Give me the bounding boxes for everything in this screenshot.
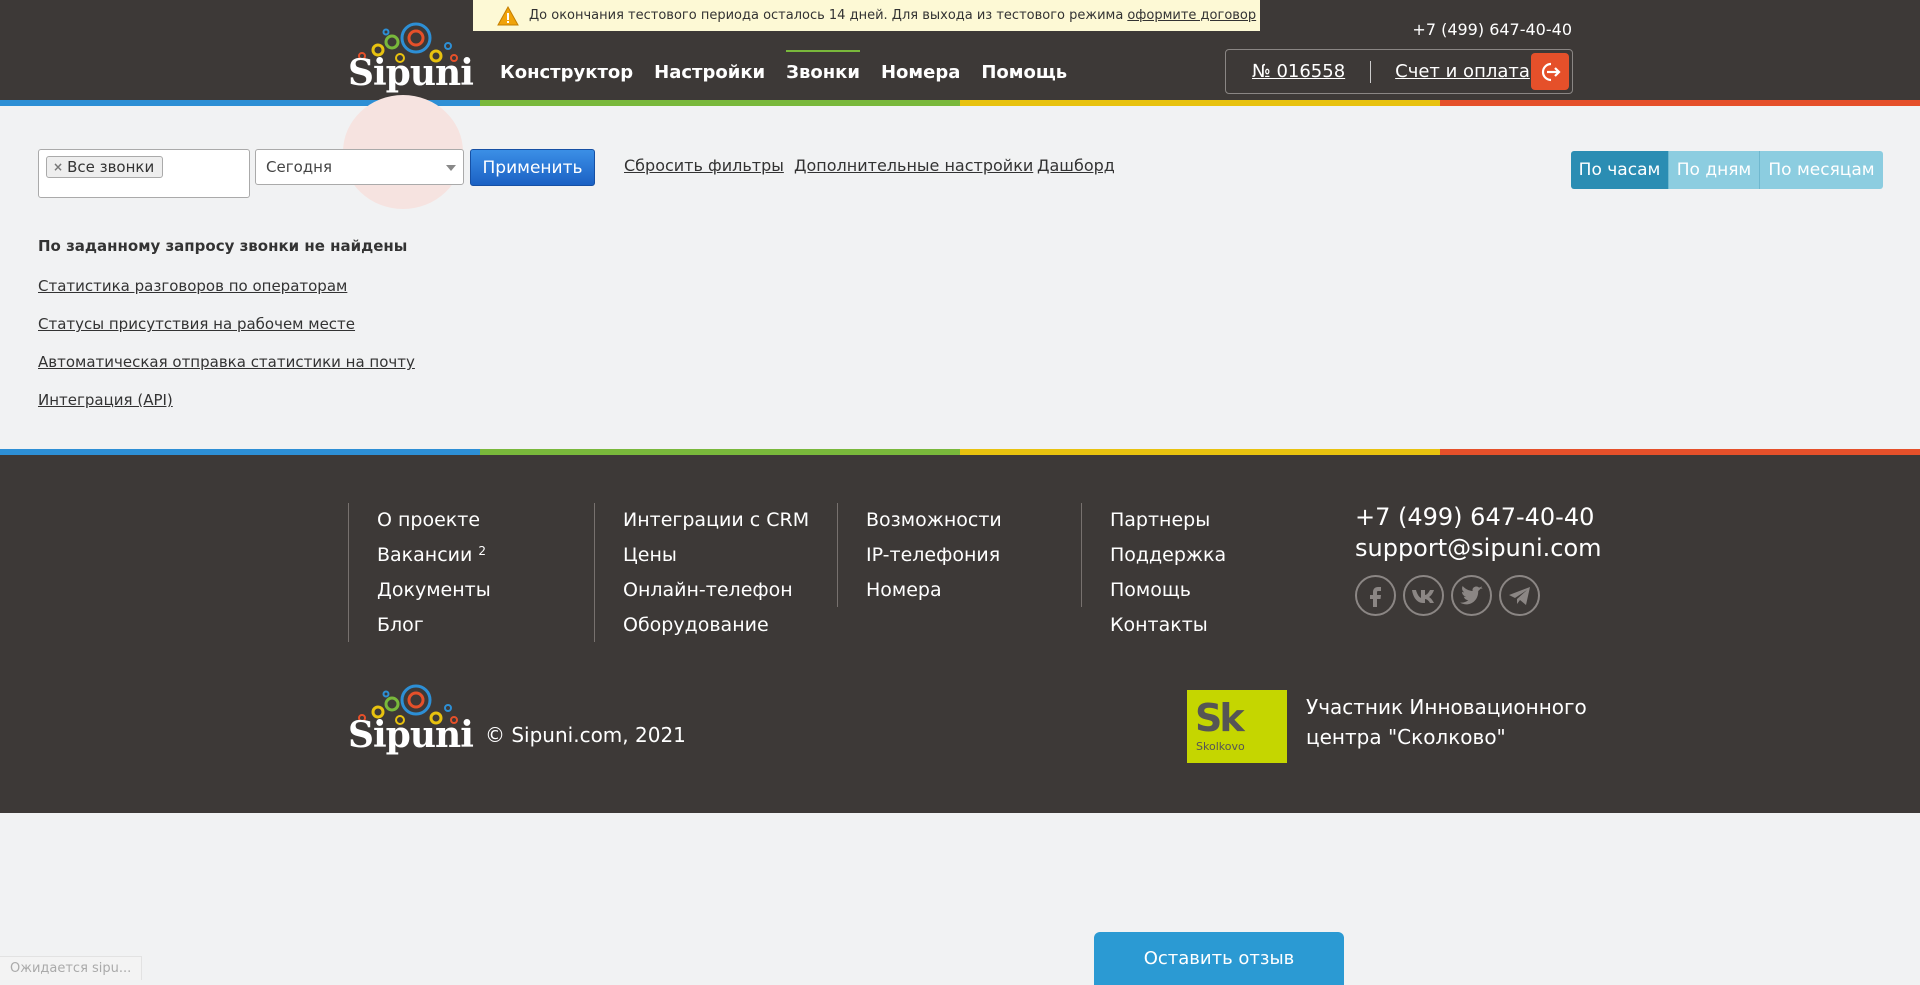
footer-phone[interactable]: +7 (499) 647-40-40	[1355, 502, 1602, 533]
trial-banner-text: До окончания тестового периода осталось …	[529, 8, 1124, 23]
footer-contacts: +7 (499) 647-40-40 support@sipuni.com	[1355, 502, 1602, 564]
advanced-settings-link[interactable]: Дополнительные настройки	[794, 156, 1033, 175]
sipuni-logo[interactable]: Sipuni	[348, 20, 474, 96]
skolkovo-word: Skolkovo	[1196, 740, 1245, 753]
footer-link-ip-telephony[interactable]: IP-телефония	[866, 538, 1002, 573]
footer-sipuni-logo[interactable]: Sipuni	[348, 682, 474, 758]
logout-icon	[1541, 62, 1561, 81]
footer-link-documents[interactable]: Документы	[377, 573, 491, 608]
tag-remove-icon[interactable]: ×	[53, 160, 63, 174]
footer-logo-text: Sipuni	[348, 714, 474, 756]
nav-numbers[interactable]: Номера	[881, 58, 960, 83]
footer-link-numbers[interactable]: Номера	[866, 573, 1002, 608]
skolkovo-mark: Sk	[1195, 696, 1245, 740]
skolkovo-text-line-2: центра "Сколково"	[1306, 725, 1506, 749]
filter-tag-label: Все звонки	[67, 158, 155, 176]
footer-link-vacancies[interactable]: Вакансии 2	[377, 538, 491, 573]
footer-column-1: О проекте Вакансии 2 Документы Блог	[348, 503, 491, 642]
color-stripe-bottom	[0, 449, 1920, 455]
vacancies-badge: 2	[478, 544, 487, 558]
header-phone: +7 (499) 647-40-40	[1412, 20, 1572, 39]
main-nav: Конструктор Настройки Звонки Номера Помо…	[500, 50, 1088, 83]
color-stripe-top	[0, 100, 1920, 106]
copyright: © Sipuni.com, 2021	[485, 723, 686, 747]
account-number-link[interactable]: № 016558	[1252, 61, 1345, 82]
nav-settings[interactable]: Настройки	[654, 58, 765, 83]
nav-constructor[interactable]: Конструктор	[500, 58, 633, 83]
presence-status-link[interactable]: Статусы присутствия на рабочем месте	[38, 315, 355, 333]
api-integration-link[interactable]: Интеграция (API)	[38, 391, 173, 409]
warning-icon	[497, 5, 519, 25]
chevron-down-icon	[446, 165, 456, 171]
telegram-icon[interactable]	[1499, 575, 1540, 616]
apply-button[interactable]: Применить	[470, 149, 595, 186]
footer-link-support[interactable]: Поддержка	[1110, 538, 1226, 573]
footer-column-4: Партнеры Поддержка Помощь Контакты	[1081, 503, 1226, 636]
footer-link-contacts[interactable]: Контакты	[1110, 608, 1226, 643]
group-by-hours-button[interactable]: По часам	[1571, 151, 1669, 189]
nav-calls[interactable]: Звонки	[786, 50, 860, 83]
footer-column-2: Интеграции с CRM Цены Онлайн-телефон Обо…	[594, 503, 809, 642]
reset-filters-link[interactable]: Сбросить фильтры	[624, 156, 784, 175]
footer-link-partners[interactable]: Партнеры	[1110, 503, 1226, 538]
billing-link[interactable]: Счет и оплата	[1395, 61, 1530, 82]
account-separator	[1370, 60, 1372, 83]
logout-button[interactable]	[1531, 53, 1569, 90]
group-by-months-button[interactable]: По месяцам	[1760, 151, 1883, 189]
vk-icon[interactable]	[1403, 575, 1444, 616]
footer-email[interactable]: support@sipuni.com	[1355, 533, 1602, 564]
footer-link-blog[interactable]: Блог	[377, 608, 491, 643]
trial-banner: До окончания тестового периода осталось …	[473, 0, 1260, 31]
grouping-segmented-control: По часам По дням По месяцам	[1571, 151, 1883, 189]
filter-tag[interactable]: × Все звонки	[46, 156, 164, 178]
dashboard-link[interactable]: Дашборд	[1037, 156, 1115, 175]
call-type-filter[interactable]: × Все звонки	[38, 149, 250, 198]
feedback-button[interactable]: Оставить отзыв	[1094, 932, 1344, 985]
twitter-icon[interactable]	[1451, 575, 1492, 616]
footer-link-equipment[interactable]: Оборудование	[623, 608, 809, 643]
footer-column-3: Возможности IP-телефония Номера	[837, 503, 1002, 607]
footer-link-features[interactable]: Возможности	[866, 503, 1002, 538]
browser-status-bar: Ожидается sipu...	[0, 956, 143, 980]
email-stats-link[interactable]: Автоматическая отправка статистики на по…	[38, 353, 415, 371]
footer-link-prices[interactable]: Цены	[623, 538, 809, 573]
footer-link-help[interactable]: Помощь	[1110, 573, 1226, 608]
nav-help[interactable]: Помощь	[981, 58, 1067, 83]
footer-link-crm[interactable]: Интеграции с CRM	[623, 503, 809, 538]
operator-stats-link[interactable]: Статистика разговоров по операторам	[38, 277, 347, 295]
footer-link-about[interactable]: О проекте	[377, 503, 491, 538]
account-box: № 016558 Счет и оплата	[1225, 49, 1573, 94]
period-select[interactable]: Сегодня	[255, 149, 464, 185]
group-by-days-button[interactable]: По дням	[1669, 151, 1760, 189]
skolkovo-text-line-1: Участник Инновационного	[1306, 695, 1587, 719]
trial-contract-link[interactable]: оформите договор	[1127, 8, 1256, 23]
footer-link-online-phone[interactable]: Онлайн-телефон	[623, 573, 809, 608]
empty-message: По заданному запросу звонки не найдены	[38, 237, 408, 255]
skolkovo-logo[interactable]: Sk Skolkovo	[1187, 690, 1287, 763]
skolkovo-text: Участник Инновационного центра "Сколково…	[1306, 692, 1587, 752]
logo-text: Sipuni	[348, 52, 474, 94]
facebook-icon[interactable]	[1355, 575, 1396, 616]
period-select-value: Сегодня	[266, 158, 332, 176]
